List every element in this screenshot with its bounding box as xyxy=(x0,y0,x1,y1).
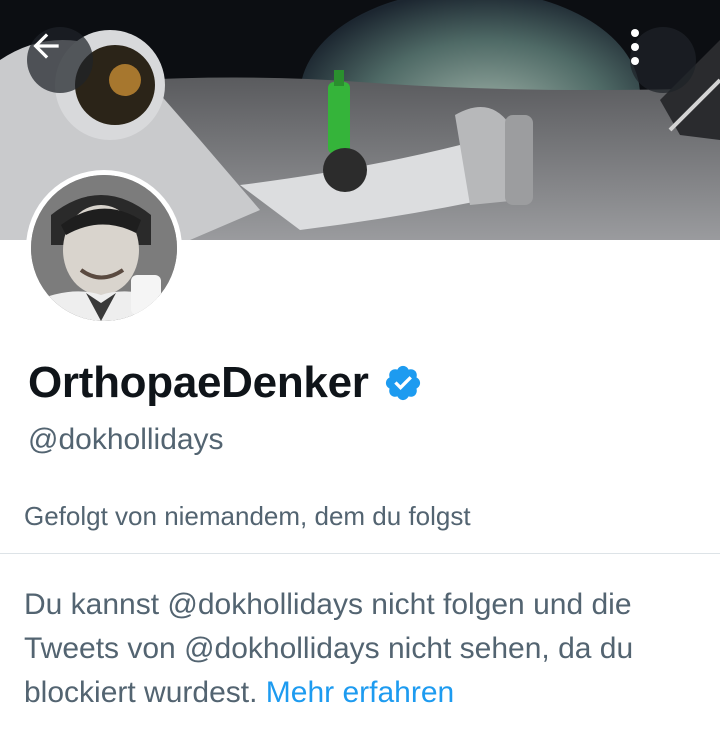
blocked-notice: Du kannst @dokhollidays nicht folgen und… xyxy=(24,583,704,715)
name-row: OrthopaeDenker xyxy=(28,356,423,410)
learn-more-link[interactable]: Mehr erfahren xyxy=(266,676,454,709)
profile-handle: @dokhollidays xyxy=(28,423,224,456)
verified-badge-icon[interactable] xyxy=(383,363,423,403)
display-name: OrthopaeDenker xyxy=(28,358,369,407)
profile-avatar[interactable] xyxy=(26,170,182,326)
more-vertical-icon xyxy=(631,29,639,65)
divider xyxy=(0,553,720,554)
arrow-left-icon xyxy=(33,33,59,59)
avatar-image xyxy=(31,175,177,321)
followers-you-know[interactable]: Gefolgt von niemandem, dem du folgst xyxy=(24,498,471,534)
more-options-button[interactable] xyxy=(630,27,696,93)
back-button[interactable] xyxy=(27,27,93,93)
